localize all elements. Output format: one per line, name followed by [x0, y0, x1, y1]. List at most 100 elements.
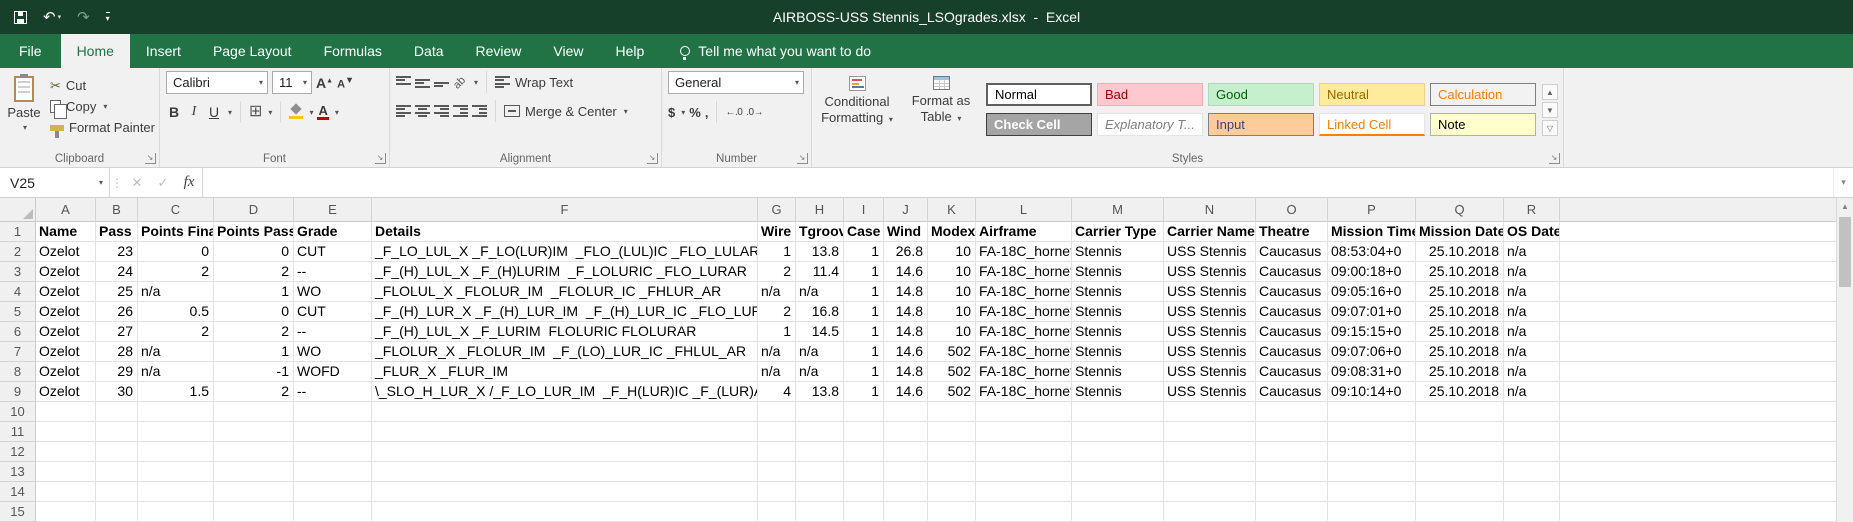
paste-button[interactable]: Paste ▾ [6, 71, 42, 150]
cell-B12[interactable] [96, 442, 138, 462]
cell-M14[interactable] [1072, 482, 1164, 502]
column-header-K[interactable]: K [928, 198, 976, 222]
formula-bar-expand-button[interactable]: ▾ [1833, 168, 1853, 197]
enter-button[interactable]: ✓ [150, 168, 176, 197]
format-as-table-button[interactable]: Format as Table ▾ [902, 71, 980, 150]
cell-D12[interactable] [214, 442, 294, 462]
cell-A15[interactable] [36, 502, 96, 522]
cell-R15[interactable] [1504, 502, 1560, 522]
cell-F4[interactable]: _FLOLUL_X _FLOLUR_IM _FLOLUR_IC _FHLUR_A… [372, 282, 758, 302]
cell-H3[interactable]: 11.4 [796, 262, 844, 282]
cell-E11[interactable] [294, 422, 372, 442]
cell-H14[interactable] [796, 482, 844, 502]
cell-A1[interactable]: Name [36, 222, 96, 242]
cell-H13[interactable] [796, 462, 844, 482]
cell-M9[interactable]: Stennis [1072, 382, 1164, 402]
cell-D4[interactable]: 1 [214, 282, 294, 302]
cell-K12[interactable] [928, 442, 976, 462]
cell-B7[interactable]: 28 [96, 342, 138, 362]
cell-R11[interactable] [1504, 422, 1560, 442]
formula-input[interactable] [202, 168, 1833, 197]
cell-E12[interactable] [294, 442, 372, 462]
row-header-8[interactable]: 8 [0, 362, 36, 382]
cell-H2[interactable]: 13.8 [796, 242, 844, 262]
column-header-E[interactable]: E [294, 198, 372, 222]
row-header-3[interactable]: 3 [0, 262, 36, 282]
cell-D9[interactable]: 2 [214, 382, 294, 402]
cell-C12[interactable] [138, 442, 214, 462]
cell-A11[interactable] [36, 422, 96, 442]
cell-K8[interactable]: 502 [928, 362, 976, 382]
row-header-11[interactable]: 11 [0, 422, 36, 442]
cell-J4[interactable]: 14.8 [884, 282, 928, 302]
redo-button[interactable]: ↷ [77, 10, 90, 25]
cell-E3[interactable]: -- [294, 262, 372, 282]
bottom-align-button[interactable] [434, 76, 449, 89]
cell-I9[interactable]: 1 [844, 382, 884, 402]
cell-I1[interactable]: Case [844, 222, 884, 242]
cell-G2[interactable]: 1 [758, 242, 796, 262]
cell-G7[interactable]: n/a [758, 342, 796, 362]
tell-me-box[interactable]: Tell me what you want to do [680, 34, 871, 68]
cell-I11[interactable] [844, 422, 884, 442]
cell-C7[interactable]: n/a [138, 342, 214, 362]
cell-A5[interactable]: Ozelot [36, 302, 96, 322]
cell-K7[interactable]: 502 [928, 342, 976, 362]
cell-J12[interactable] [884, 442, 928, 462]
cell-D13[interactable] [214, 462, 294, 482]
cell-D5[interactable]: 0 [214, 302, 294, 322]
font-dialog-launcher[interactable]: ↘ [375, 153, 386, 164]
cell-E4[interactable]: WO [294, 282, 372, 302]
cell-L15[interactable] [976, 502, 1072, 522]
cell-style-note[interactable]: Note [1430, 113, 1536, 136]
cell-style-input[interactable]: Input [1208, 113, 1314, 136]
cell-R4[interactable]: n/a [1504, 282, 1560, 302]
cell-P6[interactable]: 09:15:15+0 [1328, 322, 1416, 342]
cell-N4[interactable]: USS Stennis [1164, 282, 1256, 302]
cell-G13[interactable] [758, 462, 796, 482]
cell-B8[interactable]: 29 [96, 362, 138, 382]
cell-O2[interactable]: Caucasus [1256, 242, 1328, 262]
cell-H7[interactable]: n/a [796, 342, 844, 362]
cell-P4[interactable]: 09:05:16+0 [1328, 282, 1416, 302]
accounting-format-button[interactable]: $ [668, 105, 675, 120]
cell-I12[interactable] [844, 442, 884, 462]
cell-O12[interactable] [1256, 442, 1328, 462]
cell-H10[interactable] [796, 402, 844, 422]
row-header-1[interactable]: 1 [0, 222, 36, 242]
cell-G11[interactable] [758, 422, 796, 442]
decrease-indent-button[interactable] [453, 105, 468, 118]
font-size-combo[interactable]: 11▾ [272, 71, 312, 94]
cell-F12[interactable] [372, 442, 758, 462]
cell-K3[interactable]: 10 [928, 262, 976, 282]
cell-Q8[interactable]: 25.10.2018 [1416, 362, 1504, 382]
cell-F5[interactable]: _F_(H)_LUR_X _F_(H)_LUR_IM _F_(H)_LUR_IC… [372, 302, 758, 322]
tab-view[interactable]: View [537, 34, 599, 68]
column-header-L[interactable]: L [976, 198, 1072, 222]
tab-insert[interactable]: Insert [130, 34, 197, 68]
cell-F15[interactable] [372, 502, 758, 522]
cell-O8[interactable]: Caucasus [1256, 362, 1328, 382]
cell-D1[interactable]: Points Pass [214, 222, 294, 242]
cell-H9[interactable]: 13.8 [796, 382, 844, 402]
increase-decimal-button[interactable]: ←.0 [725, 107, 742, 118]
number-format-combo[interactable]: General▾ [668, 71, 804, 94]
cell-D7[interactable]: 1 [214, 342, 294, 362]
cell-N5[interactable]: USS Stennis [1164, 302, 1256, 322]
cell-I15[interactable] [844, 502, 884, 522]
cell-E6[interactable]: -- [294, 322, 372, 342]
cell-H4[interactable]: n/a [796, 282, 844, 302]
cell-R9[interactable]: n/a [1504, 382, 1560, 402]
increase-indent-button[interactable] [472, 105, 487, 118]
cell-L10[interactable] [976, 402, 1072, 422]
cell-M1[interactable]: Carrier Type [1072, 222, 1164, 242]
cell-J9[interactable]: 14.6 [884, 382, 928, 402]
cell-J15[interactable] [884, 502, 928, 522]
cell-R8[interactable]: n/a [1504, 362, 1560, 382]
cell-B2[interactable]: 23 [96, 242, 138, 262]
cell-M8[interactable]: Stennis [1072, 362, 1164, 382]
cell-N9[interactable]: USS Stennis [1164, 382, 1256, 402]
cell-N14[interactable] [1164, 482, 1256, 502]
cell-Q13[interactable] [1416, 462, 1504, 482]
cell-P12[interactable] [1328, 442, 1416, 462]
